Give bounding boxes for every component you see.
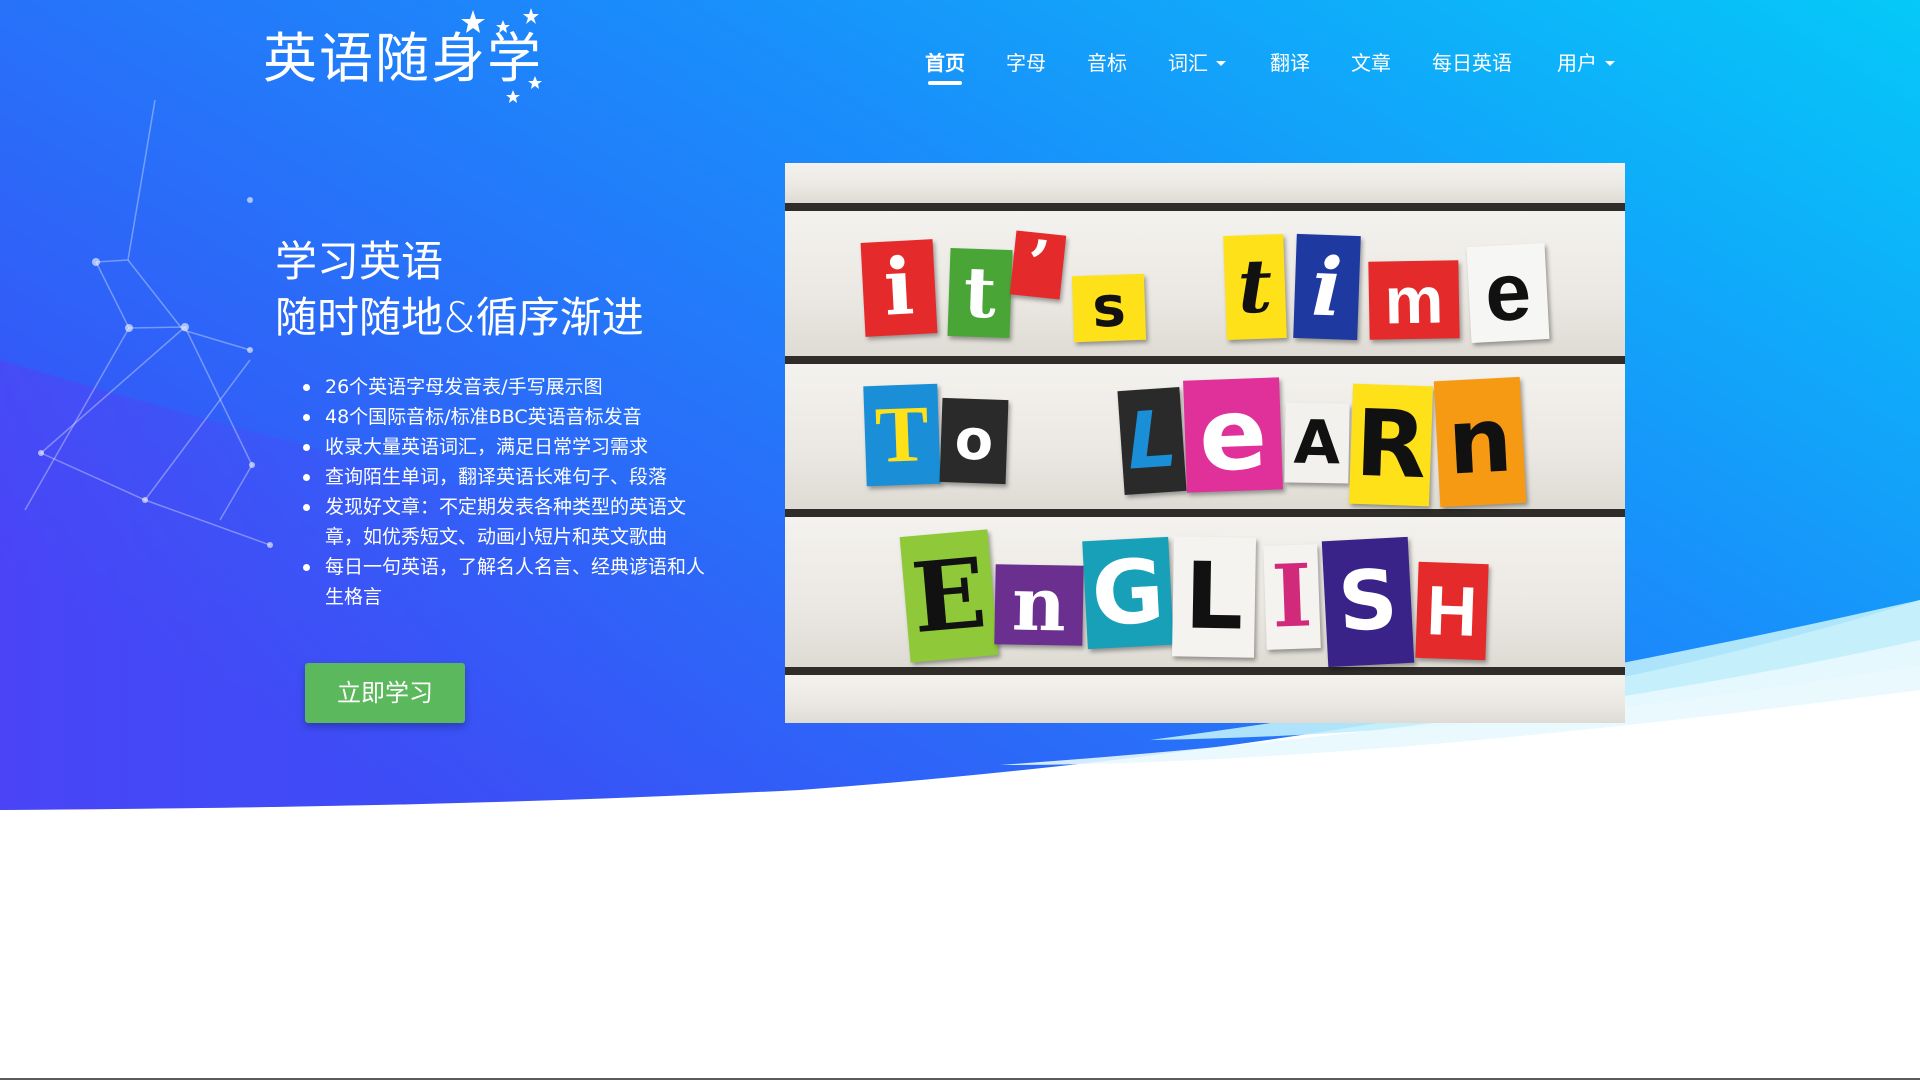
letter-tile: t [947,247,1013,339]
wood-plank [785,163,1625,203]
letter-tile: s [1071,273,1147,343]
nav-daily-english[interactable]: 每日英语 [1432,45,1512,81]
nav-user[interactable]: 用户 [1557,45,1615,81]
nav-home[interactable]: 首页 [925,45,965,85]
chevron-down-icon [1605,61,1615,66]
hero-title-line1: 学习英语 [275,237,444,286]
feature-item: 48个国际音标/标准BBC英语音标发音 [303,402,723,432]
nav-label: 首页 [925,51,965,75]
wood-plank [785,675,1625,723]
letter-tile: i [860,239,938,337]
letter-tile: m [1368,260,1460,340]
start-learning-button[interactable]: 立即学习 [305,663,465,723]
plank-gap [785,203,1625,211]
nav-label: 每日英语 [1432,51,1512,75]
plank-gap [785,356,1625,364]
nav-label: 词汇 [1168,51,1208,75]
site-header: 英语随身学 首页 字母 音标 词汇 翻译 文章 每日英语 用户 [0,0,1920,110]
nav-label: 用户 [1557,51,1597,75]
letter-tile: T [863,383,941,487]
letter-tile: I [1263,544,1321,650]
letter-tile: e [1466,243,1550,343]
letter-tile: S [1321,536,1415,668]
letter-tile: R [1348,383,1434,507]
letter-tile: n [994,562,1084,648]
letter-tile: H [1415,561,1489,661]
letter-tile: A [1284,402,1350,484]
feature-item: 26个英语字母发音表/手写展示图 [303,372,723,402]
feature-item: 收录大量英语词汇，满足日常学习需求 [303,432,723,462]
feature-item: 查询陌生单词，翻译英语长难句子、段落 [303,462,723,492]
letter-tile: e [1183,375,1283,494]
letter-tile: L [1171,536,1257,658]
letter-tile: ’ [1009,226,1067,303]
main-nav: 首页 字母 音标 词汇 翻译 文章 每日英语 用户 [0,45,1920,85]
feature-item: 发现好文章：不定期发表各种类型的英语文章，如优秀短文、动画小短片和英文歌曲 [303,492,723,552]
nav-articles[interactable]: 文章 [1351,45,1391,81]
nav-label: 翻译 [1270,51,1310,75]
letter-tile: i [1293,233,1361,341]
hero-title: 学习英语 随时随地&循序渐进 [275,234,644,346]
chevron-down-icon [1216,61,1226,66]
letter-tile: n [1433,376,1527,508]
nav-label: 音标 [1087,51,1127,75]
plank-gap [785,667,1625,675]
letter-tile: G [1082,536,1174,650]
letter-tile: L [1117,386,1187,496]
hero-title-line2: 随时随地&循序渐进 [275,293,644,342]
nav-alphabet[interactable]: 字母 [1006,45,1046,81]
letter-tile: o [939,397,1009,485]
home-page: 英语随身学 首页 字母 音标 词汇 翻译 文章 每日英语 用户 学习英语 随时随… [0,0,1920,1080]
learn-english-image: i t ’ s t i m e T o L e A R n E n G L I … [785,163,1625,723]
letter-tile: E [899,529,999,663]
plank-gap [785,509,1625,517]
letter-tile: t [1223,233,1287,341]
nav-label: 文章 [1351,51,1391,75]
feature-item: 每日一句英语，了解名人名言、经典谚语和人生格言 [303,552,723,612]
nav-vocabulary[interactable]: 词汇 [1168,45,1226,81]
feature-list: 26个英语字母发音表/手写展示图 48个国际音标/标准BBC英语音标发音 收录大… [303,372,723,612]
nav-translate[interactable]: 翻译 [1270,45,1310,81]
nav-label: 字母 [1006,51,1046,75]
nav-phonetics[interactable]: 音标 [1087,45,1127,81]
